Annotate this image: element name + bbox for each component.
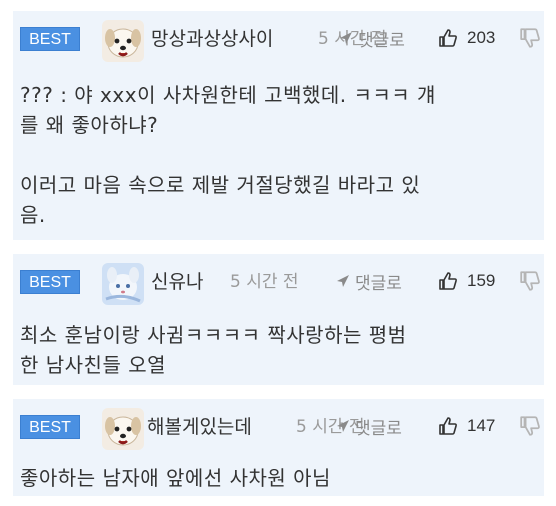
nickname[interactable]: 신유나 (151, 267, 203, 297)
comment-line: 좋아하는 남자애 앞에선 사차원 아님 (20, 466, 331, 490)
thumbs-up-icon (439, 29, 457, 47)
comment-card: BEST 망상과상상사이 5 시간 전 댓글로 203 ???: 야 xxx이… (13, 11, 544, 240)
comment-body: 좋아하는 남자애 앞에선 사차원 아님 (20, 463, 535, 493)
dislike-button[interactable] (519, 27, 541, 49)
thumbs-up-icon (439, 417, 457, 435)
avatar[interactable] (102, 20, 144, 62)
reply-button[interactable]: 댓글로 (335, 266, 402, 296)
comment-body: 최소 훈남이랑 사귐ㅋㅋㅋㅋ 짝사랑하는 평범 한 남사친들 오열 (20, 320, 535, 380)
comment-card: BEST 신유나 5 시간 전 댓글로 159 최소 훈남이랑 사귐ㅋㅋㅋㅋ 짝… (13, 254, 544, 385)
like-count: 159 (467, 271, 496, 290)
reply-label: 댓글로 (355, 273, 402, 294)
reply-button[interactable]: 댓글로 (335, 411, 402, 441)
like-count: 203 (467, 28, 496, 47)
comment-line: 를 왜 좋아하냐? (20, 113, 159, 137)
comment-line: 음. (20, 203, 46, 227)
comment-line (20, 140, 535, 170)
reply-arrow-icon (337, 275, 349, 287)
like-button[interactable]: 159 (438, 266, 495, 296)
thumbs-down-icon (520, 416, 540, 436)
thumbs-up-icon (439, 272, 457, 290)
like-button[interactable]: 203 (438, 23, 495, 53)
thumbs-down-icon (520, 271, 540, 291)
best-badge: BEST (20, 270, 80, 294)
reply-label: 댓글로 (355, 418, 402, 439)
comment-line: 최소 훈남이랑 사귐ㅋㅋㅋㅋ 짝사랑하는 평범 (20, 323, 407, 347)
dislike-button[interactable] (519, 270, 541, 292)
comment-card: BEST 해볼게있는데 5 시간 전 댓글로 147 좋아하는 남자애 앞에선 … (13, 399, 544, 496)
avatar[interactable] (102, 408, 144, 450)
nickname[interactable]: 망상과상상사이 (151, 24, 273, 54)
avatar[interactable] (102, 263, 144, 305)
reply-button[interactable]: 댓글로 (338, 23, 405, 53)
thumbs-down-icon (520, 28, 540, 48)
reply-arrow-icon (337, 420, 349, 432)
reply-label: 댓글로 (358, 30, 405, 51)
comment-line: ??? : 야 xxx이 사차원한테 고백했데. ㅋㅋㅋ 걔 (20, 83, 436, 107)
best-badge: BEST (20, 27, 80, 51)
comment-line: 이러고 마음 속으로 제발 거절당했길 바라고 있 (20, 173, 421, 197)
nickname[interactable]: 해볼게있는데 (147, 412, 252, 442)
comment-line: 한 남사친들 오열 (20, 353, 167, 377)
dislike-button[interactable] (519, 415, 541, 437)
best-badge: BEST (20, 415, 80, 439)
comment-body: ??? : 야 xxx이 사차원한테 고백했데. ㅋㅋㅋ 걔 를 왜 좋아하냐?… (20, 80, 535, 230)
timestamp: 5 시간 전 (230, 272, 299, 292)
comment-header: BEST 신유나 5 시간 전 댓글로 159 (13, 254, 544, 310)
reply-arrow-icon (340, 32, 352, 44)
like-count: 147 (467, 416, 496, 435)
like-button[interactable]: 147 (438, 411, 495, 441)
comment-header: BEST 해볼게있는데 5 시간 전 댓글로 147 (13, 399, 544, 455)
comment-header: BEST 망상과상상사이 5 시간 전 댓글로 203 (13, 11, 544, 67)
